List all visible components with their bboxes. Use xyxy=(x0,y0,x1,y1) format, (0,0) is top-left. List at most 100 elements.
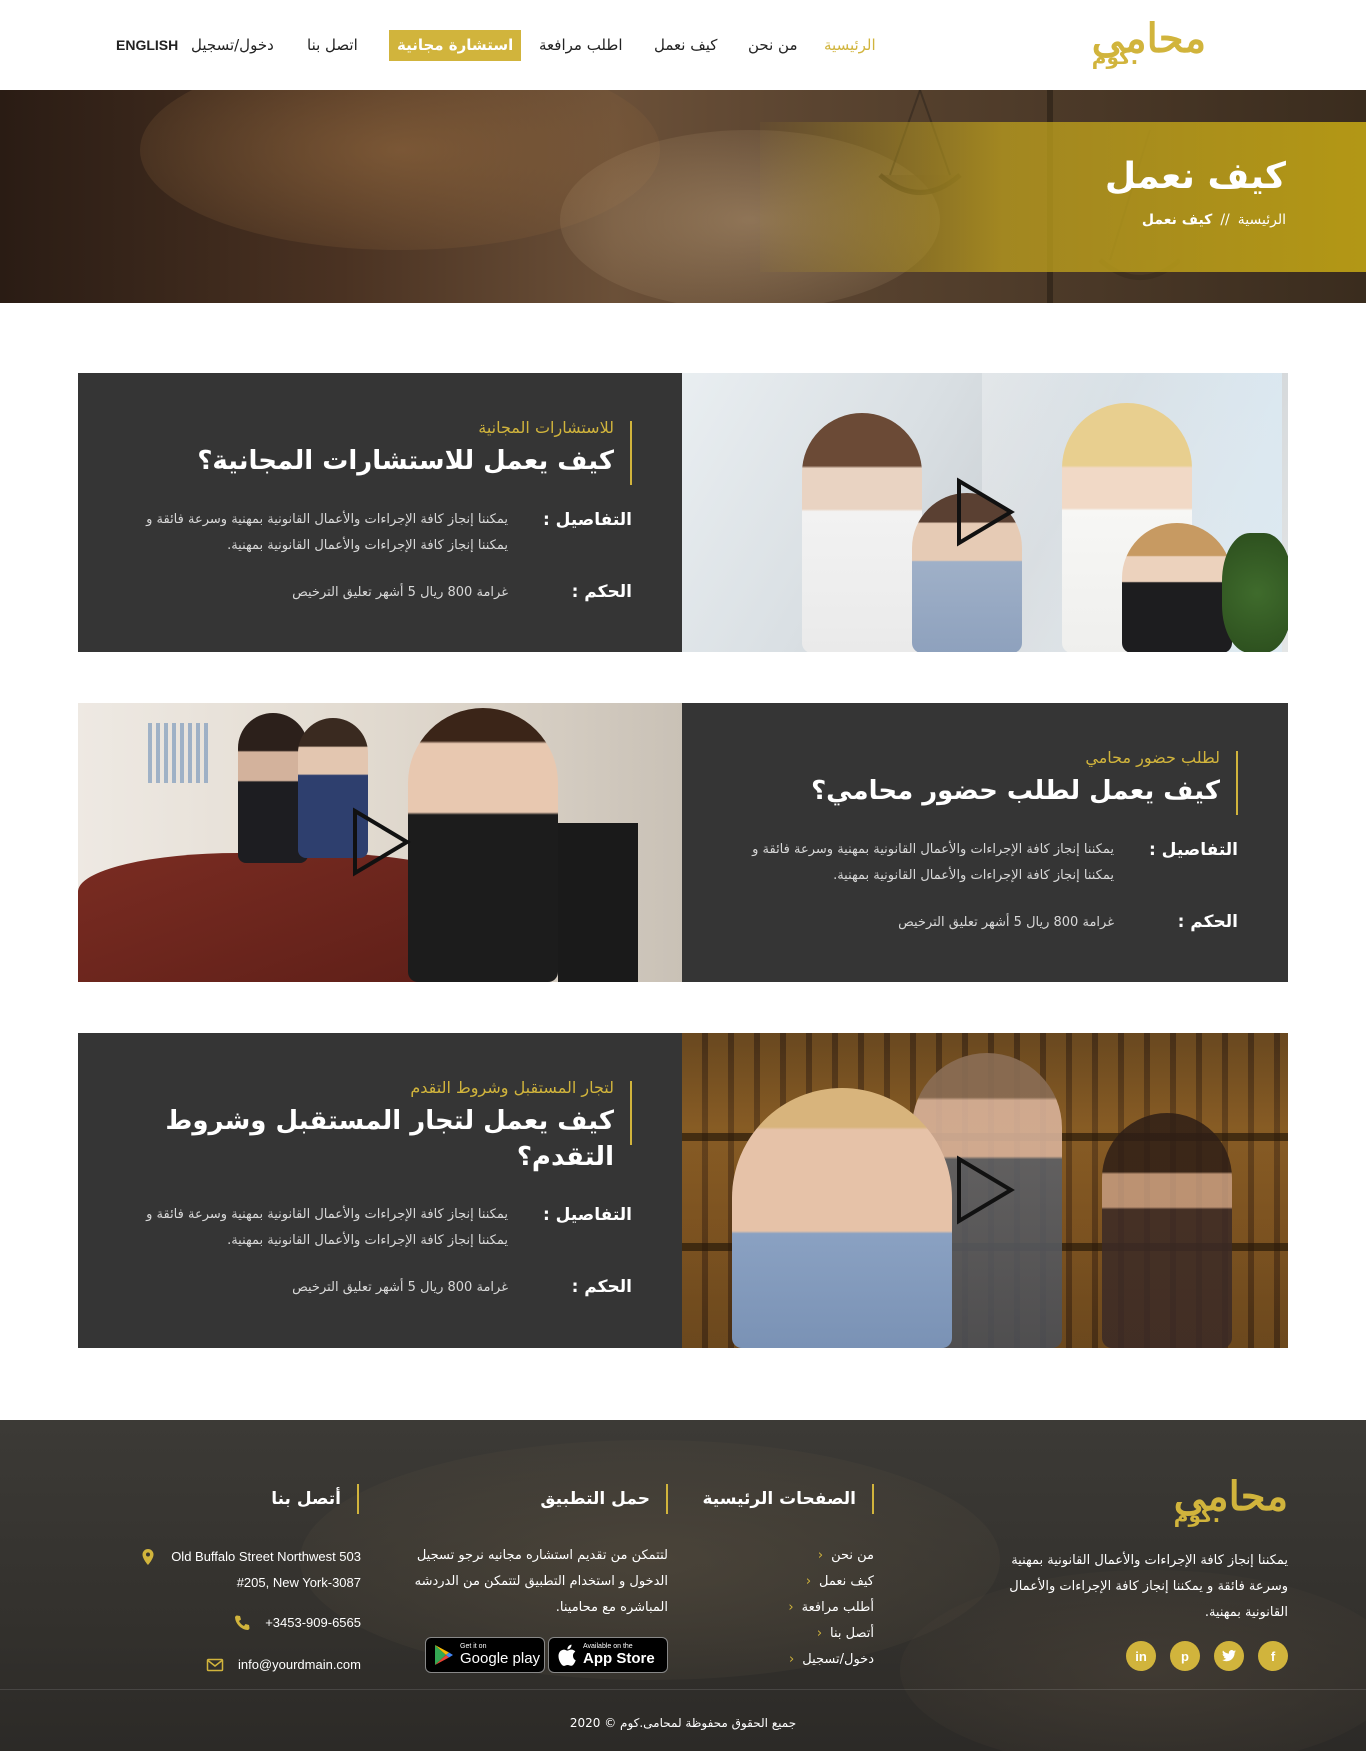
service-video-thumbnail[interactable] xyxy=(682,1033,1288,1348)
service-card-panel: لتجار المستقبل وشروط التقدم كيف يعمل لتج… xyxy=(78,1033,682,1348)
ruling-text: غرامة 800 ريال 5 أشهر تعليق الترخيص xyxy=(292,1280,508,1295)
linkedin-icon[interactable]: in xyxy=(1126,1641,1156,1671)
page-title: كيف نعمل xyxy=(1104,156,1286,197)
google-play-icon xyxy=(435,1645,453,1665)
service-subtitle: لتجار المستقبل وشروط التقدم xyxy=(410,1078,614,1097)
copyright-text: جميع الحقوق محفوظة لمحامى.كوم © 2020 xyxy=(569,1716,797,1730)
nav-login[interactable]: دخول/تسجيل xyxy=(191,36,274,54)
pinterest-icon[interactable]: p xyxy=(1170,1641,1200,1671)
footer-pages-title: الصفحات الرئيسية xyxy=(702,1489,857,1509)
play-icon[interactable] xyxy=(351,807,411,877)
envelope-icon xyxy=(206,1658,224,1672)
social-links: f p in xyxy=(1126,1641,1288,1671)
footer-link-login[interactable]: دخول/تسجيل ‹ xyxy=(788,1647,874,1673)
breadcrumb-current: كيف نعمل xyxy=(1141,212,1213,228)
footer-app-title: حمل التطبيق xyxy=(540,1489,650,1509)
nav-free-consultation-button[interactable]: استشارة مجانية xyxy=(389,30,522,61)
nav-how-we-work[interactable]: كيف نعمل xyxy=(654,36,717,54)
app-store-label: App Store xyxy=(583,1650,655,1667)
photo-chair xyxy=(558,823,638,982)
footer-email[interactable]: info@yourdmain.com xyxy=(206,1652,361,1678)
footer-phone[interactable]: +3453-909-6565 xyxy=(233,1610,361,1636)
service-card: لطلب حضور محامي كيف يعمل لطلب حضور محامي… xyxy=(78,703,1288,982)
service-video-thumbnail[interactable] xyxy=(682,373,1288,652)
service-subtitle: لطلب حضور محامي xyxy=(1085,748,1220,767)
site-logo[interactable]: محامى .كوم xyxy=(1091,18,1206,69)
service-card-panel: للاستشارات المجانية كيف يعمل للاستشارات … xyxy=(78,373,682,652)
footer-address: Old Buffalo Street Northwest 503 #205, N… xyxy=(139,1544,361,1596)
twitter-icon[interactable] xyxy=(1214,1641,1244,1671)
details-text: يمكننا إنجاز كافة الإجراءات والأعمال الق… xyxy=(146,512,508,553)
footer-link-contact[interactable]: أتصل بنا ‹ xyxy=(788,1621,874,1647)
nav-lang-english[interactable]: ENGLISH xyxy=(116,37,178,53)
footer-logo[interactable]: محامى .كوم xyxy=(1173,1476,1288,1527)
facebook-icon[interactable]: f xyxy=(1258,1641,1288,1671)
nav-about[interactable]: من نحن xyxy=(748,36,798,54)
ruling-text: غرامة 800 ريال 5 أشهر تعليق الترخيص xyxy=(898,915,1114,930)
service-card-panel: لطلب حضور محامي كيف يعمل لطلب حضور محامي… xyxy=(682,703,1288,982)
photo-wall-chart xyxy=(148,723,208,783)
chevron-left-icon: ‹ xyxy=(817,1548,824,1563)
photo-person xyxy=(1122,523,1232,652)
google-play-label: Google play xyxy=(460,1650,541,1667)
photo-person xyxy=(802,413,922,652)
details-label: التفاصيل : xyxy=(542,510,632,530)
hero-title-overlay xyxy=(760,122,1366,272)
service-video-thumbnail[interactable] xyxy=(78,703,682,982)
details-label: التفاصيل : xyxy=(1148,840,1238,860)
chevron-left-icon: ‹ xyxy=(789,1652,795,1667)
service-card: لتجار المستقبل وشروط التقدم كيف يعمل لتج… xyxy=(78,1033,1288,1348)
details-text: يمكننا إنجاز كافة الإجراءات والأعمال الق… xyxy=(752,842,1114,883)
phone-number: +3453-909-6565 xyxy=(265,1615,361,1630)
breadcrumb-home[interactable]: الرئيسية xyxy=(1238,212,1286,228)
chevron-left-icon: ‹ xyxy=(788,1600,794,1615)
footer-link-about[interactable]: من نحن ‹ xyxy=(788,1543,874,1569)
footer-app-text: لتتمكن من تقديم استشاره مجانيه نرجو تسجي… xyxy=(414,1548,668,1615)
footer-about-text: يمكننا إنجاز كافة الإجراءات والأعمال الق… xyxy=(1009,1553,1288,1620)
page-hero-banner: كيف نعمل الرئيسية // كيف نعمل xyxy=(0,90,1366,303)
apple-icon xyxy=(558,1644,576,1666)
footer-link-request-pleading[interactable]: أطلب مرافعة ‹ xyxy=(788,1595,874,1621)
ruling-label: الحكم : xyxy=(1177,912,1238,932)
email-address: info@yourdmain.com xyxy=(237,1657,361,1672)
footer-title-accent-bar xyxy=(357,1484,359,1514)
phone-icon xyxy=(235,1615,250,1630)
chevron-left-icon: ‹ xyxy=(805,1574,812,1589)
service-heading: كيف يعمل للاستشارات المجانية؟ xyxy=(197,446,614,476)
details-text: يمكننا إنجاز كافة الإجراءات والأعمال الق… xyxy=(146,1207,508,1248)
breadcrumb-separator: // xyxy=(1220,212,1230,228)
ruling-label: الحكم : xyxy=(571,1277,632,1297)
map-pin-icon xyxy=(142,1549,154,1565)
chevron-left-icon: ‹ xyxy=(816,1626,823,1641)
nav-request-pleading[interactable]: اطلب مرافعة xyxy=(539,36,623,54)
service-card: للاستشارات المجانية كيف يعمل للاستشارات … xyxy=(78,373,1288,652)
service-subtitle: للاستشارات المجانية xyxy=(478,418,614,437)
heading-accent-bar xyxy=(630,1081,632,1145)
footer-pages-list: من نحن ‹ كيف نعمل ‹ أطلب مرافعة ‹ أتصل بنا ‹… xyxy=(788,1543,874,1673)
footer-title-accent-bar xyxy=(666,1484,668,1514)
logo-suffix: .كوم xyxy=(1091,45,1139,69)
photo-person xyxy=(1102,1113,1232,1348)
play-icon[interactable] xyxy=(955,1155,1015,1225)
site-header: محامى .كوم ENGLISH دخول/تسجيل اتصل بنا ا… xyxy=(0,0,1366,90)
app-store-button[interactable]: Available on the App Store xyxy=(548,1637,668,1673)
nav-contact[interactable]: اتصل بنا xyxy=(307,36,358,54)
footer-divider xyxy=(0,1689,1366,1690)
photo-plant xyxy=(1222,533,1288,652)
heading-accent-bar xyxy=(1236,751,1238,815)
photo-person xyxy=(408,708,558,982)
address-line-1: Old Buffalo Street Northwest 503 xyxy=(171,1549,361,1564)
address-line-2: #205, New York-3087 xyxy=(236,1575,361,1590)
play-icon[interactable] xyxy=(955,477,1015,547)
footer-link-how-we-work[interactable]: كيف نعمل ‹ xyxy=(788,1569,874,1595)
ruling-text: غرامة 800 ريال 5 أشهر تعليق الترخيص xyxy=(292,585,508,600)
google-play-button[interactable]: Get it on Google play xyxy=(425,1637,545,1673)
breadcrumb: الرئيسية // كيف نعمل xyxy=(1142,212,1286,228)
logo-suffix: .كوم xyxy=(1173,1503,1221,1527)
ruling-label: الحكم : xyxy=(571,582,632,602)
details-label: التفاصيل : xyxy=(542,1205,632,1225)
service-heading: كيف يعمل لتجار المستقبل وشروط التقدم؟ xyxy=(165,1106,614,1172)
footer-contact-title: أتصل بنا xyxy=(271,1489,341,1509)
service-heading: كيف يعمل لطلب حضور محامي؟ xyxy=(811,776,1220,806)
nav-home[interactable]: الرئيسية xyxy=(824,36,876,54)
